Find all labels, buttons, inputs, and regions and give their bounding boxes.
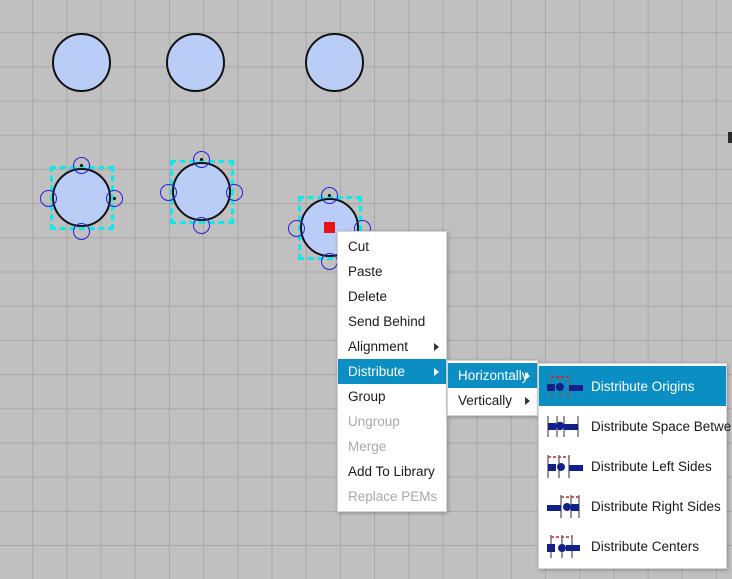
resize-handle-left[interactable] bbox=[40, 190, 57, 207]
chevron-right-icon bbox=[525, 396, 530, 405]
resize-handle-right[interactable] bbox=[226, 184, 243, 201]
menu-item-label: Horizontally bbox=[458, 368, 529, 383]
shape-circle-1[interactable] bbox=[52, 33, 111, 92]
menu-item-label: Distribute Right Sides bbox=[591, 498, 721, 514]
resize-handle-top[interactable] bbox=[73, 157, 90, 174]
resize-handle-top[interactable] bbox=[193, 151, 210, 168]
distribute-right-sides-icon bbox=[545, 492, 585, 520]
distribute-axis-submenu: Horizontally Vertically bbox=[447, 360, 538, 416]
menu-item-label: Alignment bbox=[348, 339, 409, 354]
menu-item-label: Replace PEMs bbox=[348, 489, 438, 504]
menu-item-label: Merge bbox=[348, 439, 387, 454]
shape-circle-4[interactable] bbox=[52, 168, 111, 227]
menu-item-label: Distribute Space Between bbox=[591, 418, 732, 434]
menu-item-label: Send Behind bbox=[348, 314, 426, 329]
menu-item-replace-pems: Replace PEMs bbox=[338, 484, 446, 509]
application-window: Cut Paste Delete Send Behind Alignment D… bbox=[0, 0, 732, 579]
shape-circle-5[interactable] bbox=[172, 162, 231, 221]
distribute-origins-icon bbox=[545, 372, 585, 400]
menu-item-label: Group bbox=[348, 389, 386, 404]
menu-item-distribute[interactable]: Distribute bbox=[338, 359, 446, 384]
menu-item-label: Delete bbox=[348, 289, 388, 304]
distribute-left-sides-icon bbox=[545, 452, 585, 480]
distribute-horizontally-submenu: Distribute Origins Distribute Space Betw… bbox=[538, 363, 732, 569]
scroll-edge-marker[interactable] bbox=[728, 132, 732, 143]
menu-item-send-behind[interactable]: Send Behind bbox=[338, 309, 446, 334]
menu-item-label: Cut bbox=[348, 239, 370, 254]
menu-item-cut[interactable]: Cut bbox=[338, 234, 446, 259]
menu-item-label: Distribute Origins bbox=[591, 378, 695, 394]
shape-circle-5-selection[interactable] bbox=[160, 151, 243, 234]
menu-item-group[interactable]: Group bbox=[338, 384, 446, 409]
menu-item-label: Distribute Left Sides bbox=[591, 458, 712, 474]
shape-circle-2[interactable] bbox=[166, 33, 225, 92]
resize-handle-bottom[interactable] bbox=[73, 223, 90, 240]
menu-item-label: Add To Library bbox=[348, 464, 435, 479]
menu-item-distribute-space-between[interactable]: Distribute Space Between bbox=[539, 406, 732, 446]
resize-handle-left[interactable] bbox=[288, 220, 305, 237]
menu-item-distribute-origins[interactable]: Distribute Origins bbox=[539, 366, 726, 406]
menu-item-horizontally[interactable]: Horizontally bbox=[448, 363, 537, 388]
menu-item-delete[interactable]: Delete bbox=[338, 284, 446, 309]
menu-item-label: Ungroup bbox=[348, 414, 400, 429]
menu-item-label: Paste bbox=[348, 264, 383, 279]
menu-item-distribute-right-sides[interactable]: Distribute Right Sides bbox=[539, 486, 726, 526]
chevron-right-icon bbox=[525, 371, 530, 380]
resize-handle-left[interactable] bbox=[160, 184, 177, 201]
resize-handle-top[interactable] bbox=[321, 187, 338, 204]
origin-marker bbox=[324, 222, 335, 233]
menu-item-vertically[interactable]: Vertically bbox=[448, 388, 537, 413]
menu-item-alignment[interactable]: Alignment bbox=[338, 334, 446, 359]
shape-circle-4-selection[interactable] bbox=[40, 157, 123, 240]
resize-handle-right[interactable] bbox=[106, 190, 123, 207]
menu-item-label: Distribute Centers bbox=[591, 538, 700, 554]
menu-item-ungroup: Ungroup bbox=[338, 409, 446, 434]
shape-context-menu: Cut Paste Delete Send Behind Alignment D… bbox=[337, 231, 447, 512]
menu-item-paste[interactable]: Paste bbox=[338, 259, 446, 284]
menu-item-label: Distribute bbox=[348, 364, 406, 379]
chevron-right-icon bbox=[434, 342, 439, 351]
resize-handle-bottom[interactable] bbox=[321, 253, 338, 270]
menu-item-distribute-centers[interactable]: Distribute Centers bbox=[539, 526, 726, 566]
distribute-centers-icon bbox=[545, 532, 585, 560]
shape-circle-3[interactable] bbox=[305, 33, 364, 92]
chevron-right-icon bbox=[434, 367, 439, 376]
menu-item-merge: Merge bbox=[338, 434, 446, 459]
menu-item-label: Vertically bbox=[458, 393, 513, 408]
menu-item-distribute-left-sides[interactable]: Distribute Left Sides bbox=[539, 446, 726, 486]
distribute-space-between-icon bbox=[545, 412, 585, 440]
menu-item-add-to-library[interactable]: Add To Library bbox=[338, 459, 446, 484]
resize-handle-bottom[interactable] bbox=[193, 217, 210, 234]
